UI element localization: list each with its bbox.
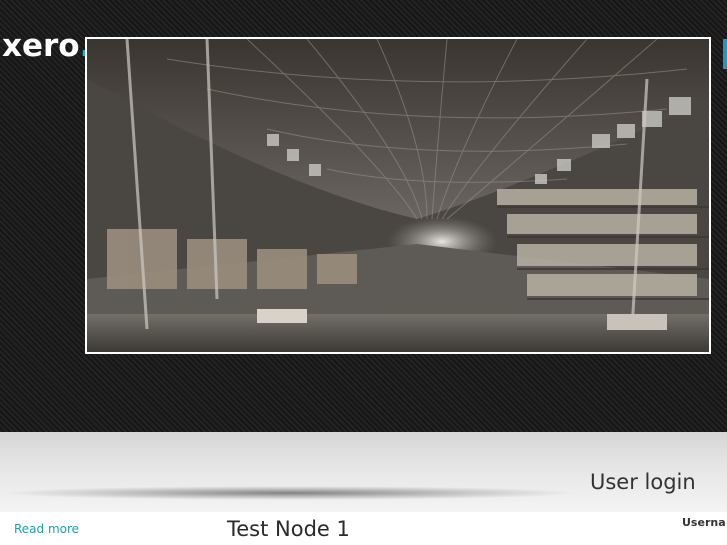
band-shadow [0, 486, 580, 500]
warehouse-image [87, 39, 709, 352]
next-slide-edge [723, 39, 727, 69]
read-more-link[interactable]: Read more [14, 522, 79, 536]
node-title[interactable]: Test Node 1 [227, 517, 350, 541]
user-login-title: User login [590, 470, 696, 494]
username-label: Userna [682, 516, 726, 529]
site-logo[interactable]: xero. [2, 28, 91, 64]
site-header: xero. [0, 0, 727, 432]
hero-slideshow-image[interactable] [85, 37, 711, 354]
logo-text: xero [2, 28, 80, 64]
main-content: Read more Test Node 1 Userna [0, 512, 727, 545]
